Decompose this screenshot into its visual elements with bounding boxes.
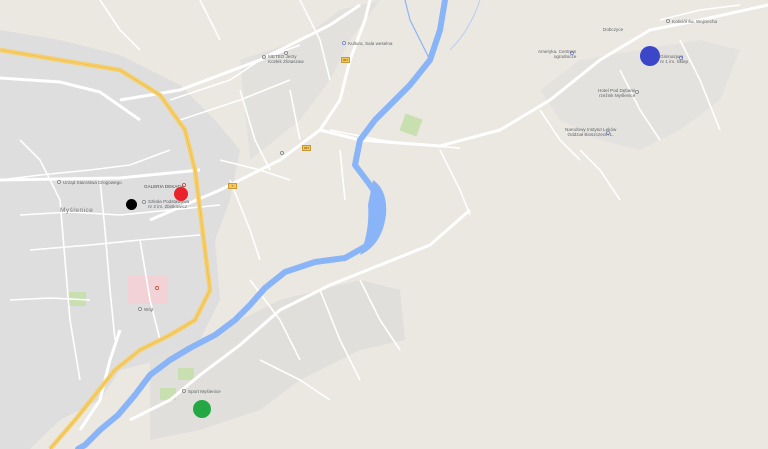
poi-icon[interactable] bbox=[666, 19, 670, 23]
poi-icon[interactable] bbox=[284, 51, 288, 55]
poi-label-gimnazjum: Gimnazjum nr 1 im. Sklep bbox=[660, 54, 689, 64]
locality-label-dobczyce: Dobczyce bbox=[603, 27, 624, 32]
poi-icon[interactable] bbox=[142, 200, 146, 204]
poi-icon[interactable] bbox=[182, 389, 186, 393]
poi-icon[interactable] bbox=[280, 151, 284, 155]
map-base bbox=[0, 0, 768, 449]
stream bbox=[449, 0, 481, 51]
map-canvas[interactable]: 967 967 7 Kultura, Sala weselna METEO Je… bbox=[0, 0, 768, 449]
poi-label-kultura: Kultura, Sala weselna bbox=[348, 41, 393, 46]
poi-icon[interactable] bbox=[262, 55, 266, 59]
poi-icon[interactable] bbox=[138, 307, 142, 311]
route-shield: 967 bbox=[341, 57, 350, 63]
blue-marker[interactable] bbox=[640, 46, 660, 66]
route-shield: 7 bbox=[228, 183, 237, 189]
park-1 bbox=[399, 113, 423, 137]
hospital-icon[interactable] bbox=[155, 286, 159, 290]
poi-icon[interactable] bbox=[635, 90, 639, 94]
red-marker[interactable] bbox=[174, 187, 188, 201]
route-shield: 967 bbox=[302, 145, 311, 151]
poi-label-hotel: Hotel Pod Dębami rzeźnik Myślenice bbox=[598, 88, 636, 98]
poi-label-narodowy: Narodowy Instytut Leków Oddział Bioszcze… bbox=[565, 127, 617, 137]
river-widening bbox=[360, 180, 387, 255]
poi-icon[interactable] bbox=[57, 180, 61, 184]
poi-label-kosciol: Kościół św. Wojciecha bbox=[672, 19, 718, 24]
poi-label-meteo: METEO Jerzy Kozłek Zlotaszaw bbox=[268, 54, 304, 64]
poi-label-wojt: Wójt bbox=[144, 307, 154, 312]
green-marker[interactable] bbox=[193, 400, 211, 418]
poi-icon[interactable] bbox=[342, 41, 346, 45]
town-label-myslenice: Myślenice bbox=[60, 207, 94, 214]
poi-label-urzad: Urząd Starostwa Drogowego bbox=[63, 180, 122, 185]
park-3 bbox=[178, 368, 194, 380]
poi-label-ameryka: Ameryka. Centrum ogrodnicze bbox=[538, 49, 577, 59]
poi-label-sport: Sport Myślenice bbox=[188, 389, 221, 394]
river-tributary bbox=[404, 0, 431, 61]
black-marker[interactable] bbox=[126, 199, 137, 210]
